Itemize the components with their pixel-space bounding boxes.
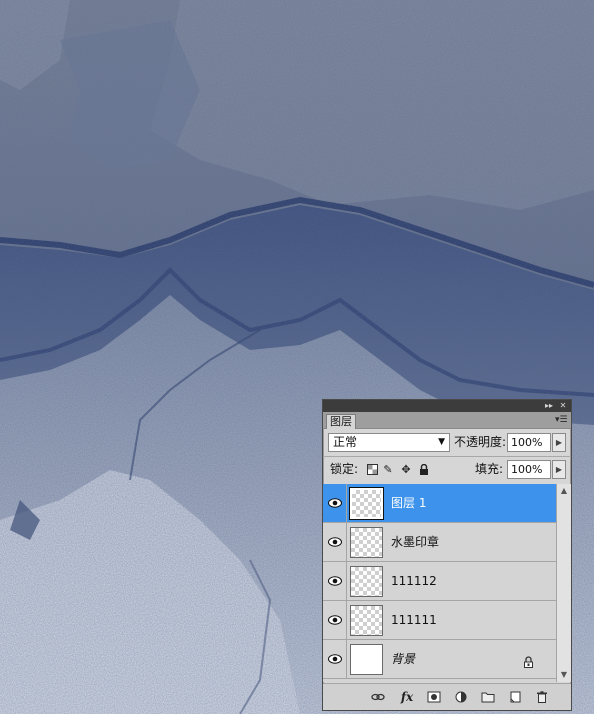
lock-brush-icon[interactable]: ✎: [382, 464, 394, 476]
panel-tab-row: 图层 ▾☰: [323, 412, 571, 429]
opacity-slider-toggle[interactable]: ▶: [552, 433, 566, 452]
eye-icon[interactable]: [323, 640, 347, 678]
fill-label: 填充:: [475, 462, 504, 476]
layer-thumbnail[interactable]: [350, 566, 383, 597]
layer-name[interactable]: 水墨印章: [391, 523, 439, 561]
layer-name[interactable]: 背景: [391, 640, 415, 678]
chevron-down-icon: ▼: [438, 437, 445, 447]
layer-list: 图层 1 水墨印章 111112 111111 背景: [323, 484, 556, 682]
blend-mode-value: 正常: [333, 435, 358, 449]
blend-row: 正常 ▼ 不透明度: 100% ▶: [323, 433, 571, 454]
fx-icon[interactable]: fx: [398, 689, 416, 705]
layer-name[interactable]: 图层 1: [391, 484, 426, 522]
lock-icon: [523, 653, 534, 668]
layer-row-5[interactable]: 背景: [323, 640, 556, 679]
double-chevron-right-icon[interactable]: ▸▸: [543, 400, 555, 412]
link-layers-icon[interactable]: [369, 689, 387, 705]
adjustment-layer-icon[interactable]: [452, 689, 470, 705]
layer-name[interactable]: 111112: [391, 562, 437, 600]
lock-transparent-icon[interactable]: [366, 464, 378, 476]
layer-name[interactable]: 111111: [391, 601, 437, 639]
layer-row-1[interactable]: 图层 1: [323, 484, 556, 523]
panel-title-bar[interactable]: ▸▸ ✕: [323, 400, 571, 412]
layer-thumbnail[interactable]: [350, 644, 383, 675]
new-group-icon[interactable]: [479, 689, 497, 705]
layers-panel: ▸▸ ✕ 图层 ▾☰ 正常 ▼ 不透明度: 100% ▶ 锁定: ✎ ✥ 填充:…: [322, 399, 572, 711]
fill-slider-toggle[interactable]: ▶: [552, 460, 566, 479]
eye-icon[interactable]: [323, 523, 347, 561]
eye-icon[interactable]: [323, 601, 347, 639]
scroll-down-icon[interactable]: ▼: [557, 668, 571, 682]
panel-menu-icon[interactable]: ▾☰: [555, 415, 568, 425]
new-layer-icon[interactable]: [506, 689, 524, 705]
layer-thumbnail[interactable]: [350, 527, 383, 558]
eye-icon[interactable]: [323, 562, 347, 600]
close-icon[interactable]: ✕: [557, 400, 569, 412]
lock-row: 锁定: ✎ ✥ 填充: 100% ▶: [323, 460, 571, 481]
tab-layers[interactable]: 图层: [326, 414, 356, 429]
eye-icon[interactable]: [323, 484, 347, 522]
layer-thumbnail[interactable]: [350, 605, 383, 636]
trash-icon[interactable]: [533, 689, 551, 705]
add-mask-icon[interactable]: [425, 689, 443, 705]
divider: [323, 456, 571, 457]
blend-mode-select[interactable]: 正常 ▼: [328, 433, 450, 452]
layer-thumbnail[interactable]: [349, 487, 384, 520]
layer-row-3[interactable]: 111112: [323, 562, 556, 601]
lock-all-icon[interactable]: [418, 463, 430, 476]
layer-list-scrollbar[interactable]: ▲ ▼: [556, 484, 571, 682]
opacity-label: 不透明度:: [454, 435, 507, 449]
layer-row-4[interactable]: 111111: [323, 601, 556, 640]
layer-row-2[interactable]: 水墨印章: [323, 523, 556, 562]
scroll-up-icon[interactable]: ▲: [557, 484, 571, 498]
lock-move-icon[interactable]: ✥: [400, 464, 412, 476]
lock-label: 锁定:: [330, 462, 359, 476]
layers-bottom-toolbar: fx: [323, 683, 571, 710]
fill-input[interactable]: 100%: [507, 460, 551, 479]
opacity-input[interactable]: 100%: [507, 433, 551, 452]
